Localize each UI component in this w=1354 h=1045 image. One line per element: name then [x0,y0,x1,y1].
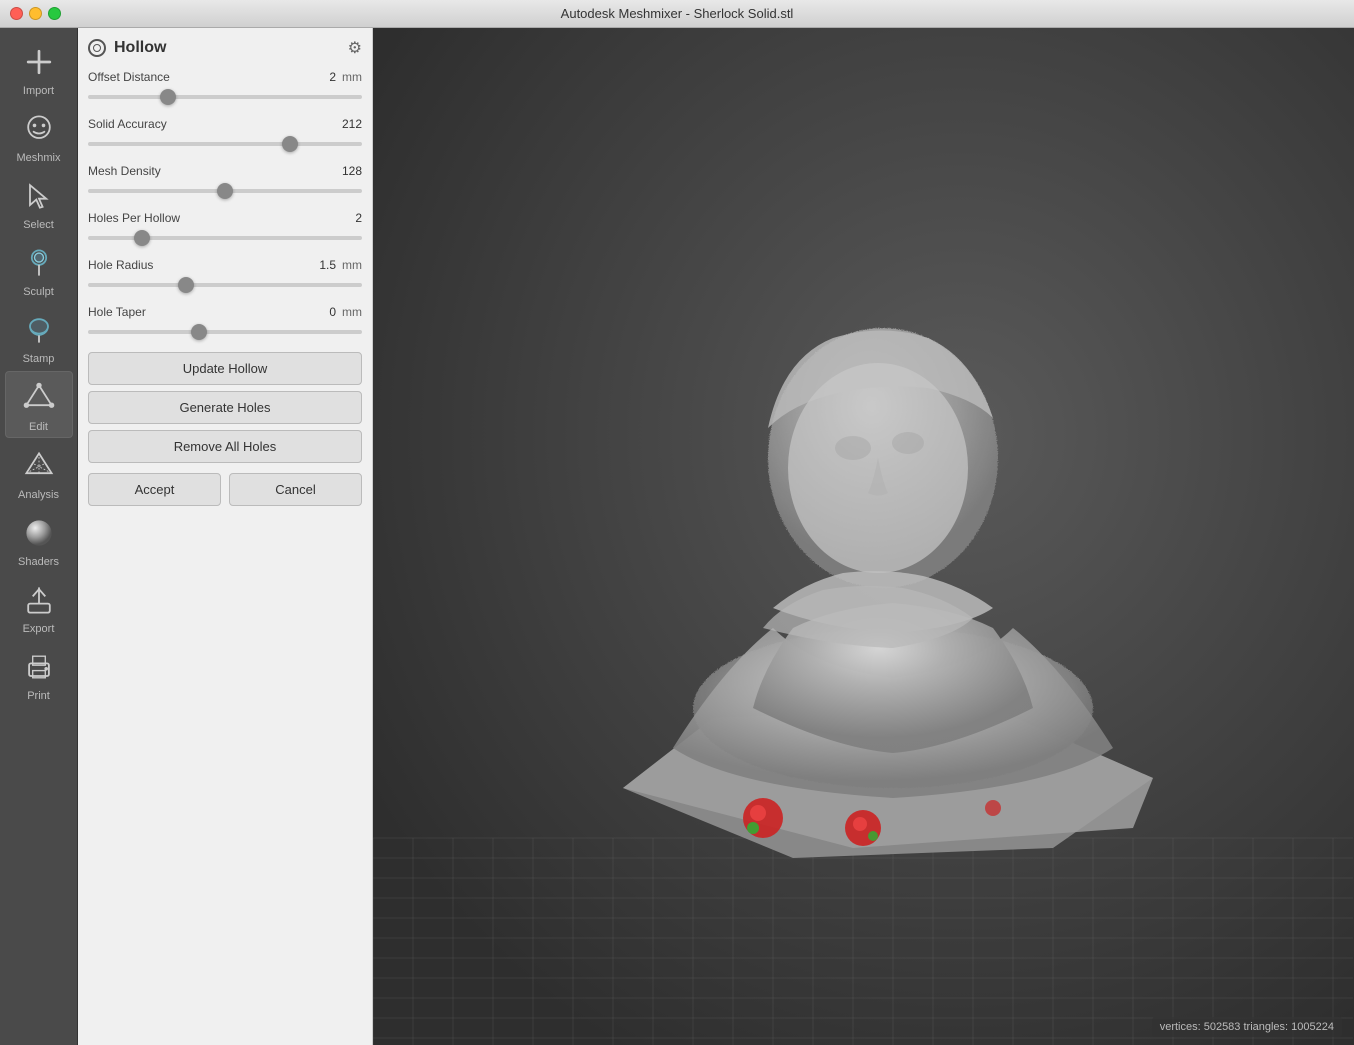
status-bar: vertices: 502583 triangles: 1005224 [1152,1017,1342,1037]
sidebar-item-import[interactable]: Import [5,36,73,101]
offset-distance-unit: mm [342,70,362,84]
hollow-icon [88,39,106,57]
print-label: Print [27,690,50,702]
offset-distance-row: Offset Distance 2 mm [88,70,362,84]
offset-distance-value: 2 [329,70,336,84]
sidebar-item-print[interactable]: Print [5,641,73,706]
holes-per-hollow-row: Holes Per Hollow 2 [88,211,362,225]
shaders-label: Shaders [18,556,59,568]
hole-taper-value: 0 [329,305,336,319]
hole-radius-row: Hole Radius 1.5 mm [88,258,362,272]
analysis-icon [19,446,59,486]
mesh-density-label: Mesh Density [88,164,161,178]
hole-radius-unit: mm [342,258,362,272]
plus-icon [19,42,59,82]
sidebar-item-meshmix[interactable]: Meshmix [5,103,73,168]
left-toolbar: Import Meshmix Select [0,28,78,1045]
titlebar: Autodesk Meshmixer - Sherlock Solid.stl [0,0,1354,28]
export-icon [19,580,59,620]
brush-icon [19,243,59,283]
hole-taper-slider[interactable] [88,330,362,334]
sidebar-item-select[interactable]: Select [5,170,73,235]
sidebar-item-edit[interactable]: Edit [5,371,73,438]
sidebar-item-export[interactable]: Export [5,574,73,639]
solid-accuracy-label: Solid Accuracy [88,117,167,131]
offset-distance-label: Offset Distance [88,70,170,84]
remove-all-holes-button[interactable]: Remove All Holes [88,430,362,463]
mesh-density-slider-container [88,180,362,201]
hole-taper-value-unit: 0 mm [329,305,362,319]
print-icon [19,647,59,687]
hollow-panel: Hollow ⚙ Offset Distance 2 mm Solid Accu… [78,28,373,1045]
close-button[interactable] [10,7,23,20]
select-arrow-icon [19,176,59,216]
mesh-density-row: Mesh Density 128 [88,164,362,178]
stamp-label: Stamp [23,353,55,365]
hole-taper-unit: mm [342,305,362,319]
holes-per-hollow-slider[interactable] [88,236,362,240]
hole-taper-slider-container [88,321,362,342]
panel-title: Hollow [114,39,166,57]
stamp-icon [19,310,59,350]
offset-distance-slider[interactable] [88,95,362,99]
face-icon [19,109,59,149]
cancel-button[interactable]: Cancel [229,473,362,506]
generate-holes-button[interactable]: Generate Holes [88,391,362,424]
sidebar-item-stamp[interactable]: Stamp [5,304,73,369]
sculpt-label: Sculpt [23,286,54,298]
meshmix-label: Meshmix [16,152,60,164]
minimize-button[interactable] [29,7,42,20]
holes-per-hollow-label: Holes Per Hollow [88,211,180,225]
mesh-density-value: 128 [342,164,362,178]
3d-model [373,28,1354,1045]
hole-radius-value-unit: 1.5 mm [319,258,362,272]
sphere-icon [19,513,59,553]
update-hollow-button[interactable]: Update Hollow [88,352,362,385]
accept-button[interactable]: Accept [88,473,221,506]
3d-viewport[interactable]: vertices: 502583 triangles: 1005224 [373,28,1354,1045]
holes-per-hollow-slider-container [88,227,362,248]
mesh-density-slider[interactable] [88,189,362,193]
hole-radius-slider[interactable] [88,283,362,287]
traffic-lights [10,7,61,20]
solid-accuracy-value: 212 [342,117,362,131]
hole-taper-label: Hole Taper [88,305,146,319]
main-area: Import Meshmix Select [0,28,1354,1045]
import-label: Import [23,85,54,97]
offset-distance-slider-container [88,86,362,107]
gear-button[interactable]: ⚙ [348,38,362,58]
hole-taper-row: Hole Taper 0 mm [88,305,362,319]
hole-radius-label: Hole Radius [88,258,153,272]
analysis-label: Analysis [18,489,59,501]
panel-header: Hollow ⚙ [88,38,362,58]
window-title: Autodesk Meshmixer - Sherlock Solid.stl [561,6,794,21]
select-label: Select [23,219,54,231]
solid-accuracy-row: Solid Accuracy 212 [88,117,362,131]
sidebar-item-sculpt[interactable]: Sculpt [5,237,73,302]
export-label: Export [23,623,55,635]
maximize-button[interactable] [48,7,61,20]
hole-radius-value: 1.5 [319,258,336,272]
hole-radius-slider-container [88,274,362,295]
sidebar-item-analysis[interactable]: Analysis [5,440,73,505]
holes-per-hollow-value: 2 [355,211,362,225]
edit-label: Edit [29,421,48,433]
accept-cancel-row: Accept Cancel [88,473,362,506]
sidebar-item-shaders[interactable]: Shaders [5,507,73,572]
solid-accuracy-slider[interactable] [88,142,362,146]
solid-accuracy-slider-container [88,133,362,154]
panel-title-row: Hollow [88,39,166,57]
status-text: vertices: 502583 triangles: 1005224 [1160,1021,1334,1033]
edit-mesh-icon [19,378,59,418]
offset-distance-value-unit: 2 mm [329,70,362,84]
